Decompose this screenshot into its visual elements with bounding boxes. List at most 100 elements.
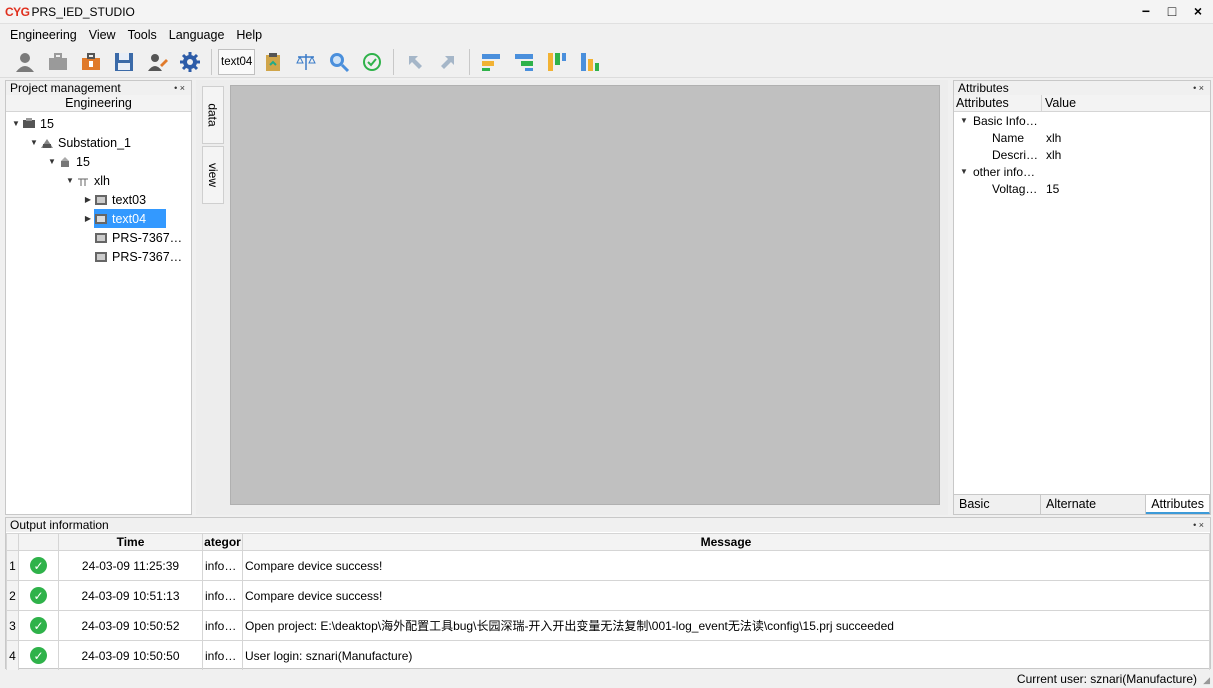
expand-arrow-icon[interactable]: ▼: [46, 157, 58, 166]
project-management-panel: Project management • × Engineering ▼ 15 …: [5, 80, 192, 515]
pin-icon[interactable]: • ×: [174, 83, 185, 93]
arrow-up-right-icon[interactable]: [433, 48, 463, 76]
expand-arrow-icon[interactable]: ▼: [958, 116, 970, 125]
folder-icon: [22, 118, 36, 130]
project-icon[interactable]: [76, 48, 106, 76]
menu-engineering[interactable]: Engineering: [4, 28, 83, 42]
align-top-icon[interactable]: [542, 48, 572, 76]
align-bottom-icon[interactable]: [575, 48, 605, 76]
output-panel-header: Output information • ×: [6, 518, 1210, 532]
pin-icon[interactable]: • ×: [1193, 520, 1204, 530]
attributes-panel: Attributes • × Attributes Value ▼ Basic …: [953, 80, 1211, 530]
tab-data-label: data: [206, 103, 221, 127]
attributes-table-header: Attributes Value: [954, 95, 1210, 112]
expand-arrow-icon[interactable]: ▼: [958, 167, 970, 176]
message-cell: User login: sznari(Manufacture): [242, 640, 1210, 671]
success-icon: ✓: [30, 557, 47, 574]
tab-data[interactable]: data: [202, 86, 224, 144]
maximize-icon[interactable]: □: [1165, 3, 1179, 19]
menu-help[interactable]: Help: [230, 28, 268, 42]
current-user-status: Current user: sznari(Manufacture): [1016, 672, 1197, 686]
check-icon[interactable]: [357, 48, 387, 76]
tree-item-bay[interactable]: ▼ 15: [46, 152, 90, 171]
minimize-icon[interactable]: −: [1139, 3, 1153, 19]
device-selector[interactable]: text04: [218, 48, 256, 75]
tree-item-device-selected[interactable]: ▶ text04: [82, 209, 176, 228]
window-controls: − □ ×: [1139, 3, 1205, 19]
align-left-icon[interactable]: [476, 48, 506, 76]
time-cell: 24-03-09 11:25:39: [58, 550, 203, 581]
center-workspace: data view: [196, 80, 948, 515]
collapse-arrow-icon[interactable]: ▶: [82, 195, 94, 204]
user-icon[interactable]: [10, 48, 40, 76]
briefcase-icon[interactable]: [43, 48, 73, 76]
menu-view[interactable]: View: [83, 28, 122, 42]
tree-item-substation[interactable]: ▼ Substation_1: [28, 133, 131, 152]
tree-item-device[interactable]: PRS-7367…: [94, 228, 182, 247]
status-cell: ✓: [18, 550, 59, 581]
menu-tools[interactable]: Tools: [122, 28, 163, 42]
expand-arrow-icon[interactable]: ▼: [64, 176, 76, 185]
expand-arrow-icon[interactable]: ▼: [10, 119, 22, 128]
category-cell: info…: [202, 550, 243, 581]
success-icon: ✓: [30, 617, 47, 634]
menu-language[interactable]: Language: [163, 28, 231, 42]
tree-item-project[interactable]: ▼ 15: [10, 114, 54, 133]
attr-value: xlh: [1046, 130, 1062, 145]
balance-icon[interactable]: [291, 48, 321, 76]
table-row[interactable]: 2 ✓ 24-03-09 10:51:13 info… Compare devi…: [6, 580, 1210, 611]
align-right-icon[interactable]: [509, 48, 539, 76]
value-col-header: Value: [1045, 96, 1077, 110]
tab-basic-graphics[interactable]: Basic graphics: [954, 495, 1041, 530]
time-cell: 24-03-09 10:50:52: [58, 610, 203, 641]
time-cell: 24-03-09 10:50:50: [58, 640, 203, 671]
tree-item-device[interactable]: PRS-7367…: [94, 247, 182, 266]
resize-grip-icon[interactable]: ◢: [1203, 675, 1210, 686]
user-edit-icon[interactable]: [142, 48, 172, 76]
row-number: 4: [6, 640, 19, 671]
pin-icon[interactable]: • ×: [1193, 83, 1204, 93]
tree-item-device[interactable]: ▶ text03: [82, 190, 146, 209]
attr-col-header: Attributes: [954, 95, 1042, 111]
gear-icon[interactable]: [175, 48, 205, 76]
output-table: Time ategor Message 1 ✓ 24-03-09 11:25:3…: [6, 533, 1210, 671]
collapse-arrow-icon[interactable]: ▶: [82, 214, 94, 223]
status-cell: ✓: [18, 580, 59, 611]
table-row[interactable]: 1 ✓ 24-03-09 11:25:39 info… Compare devi…: [6, 550, 1210, 581]
tab-alternate-graphics[interactable]: Alternate graphics: [1041, 495, 1147, 530]
search-icon[interactable]: [324, 48, 354, 76]
attr-label: other info…: [973, 164, 1036, 179]
app-logo: CYG: [5, 4, 30, 19]
tab-view[interactable]: view: [202, 146, 224, 204]
time-header: Time: [58, 533, 203, 551]
row-number: 2: [6, 580, 19, 611]
message-cell: Compare device success!: [242, 550, 1210, 581]
success-icon: ✓: [30, 587, 47, 604]
clipboard-icon[interactable]: [258, 48, 288, 76]
attr-label: Descri…: [992, 147, 1039, 162]
success-icon: ✓: [30, 647, 47, 664]
attr-row-voltage[interactable]: Voltag… 15: [954, 180, 1210, 197]
attr-group-other[interactable]: ▼ other info…: [958, 163, 1035, 180]
attr-label: Voltag…: [992, 181, 1038, 196]
expand-arrow-icon[interactable]: ▼: [28, 138, 40, 147]
arrow-up-left-icon[interactable]: [400, 48, 430, 76]
tree-item-line[interactable]: ▼ xlh: [64, 171, 110, 190]
attr-row-name[interactable]: Name xlh: [954, 129, 1210, 146]
status-cell: ✓: [18, 640, 59, 671]
graphics-canvas[interactable]: [230, 85, 940, 505]
menu-bar: Engineering View Tools Language Help: [0, 25, 1213, 45]
attr-group-basic[interactable]: ▼ Basic Info…: [958, 112, 1038, 129]
tab-attributes[interactable]: Attributes: [1146, 495, 1210, 514]
device-icon: [94, 194, 108, 206]
save-icon[interactable]: [109, 48, 139, 76]
output-panel: Output information • × Time ategor Messa…: [5, 517, 1211, 671]
category-cell: info…: [202, 610, 243, 641]
category-cell: info…: [202, 640, 243, 671]
tree-item-selected-highlight: text04: [94, 209, 167, 228]
close-icon[interactable]: ×: [1191, 3, 1205, 19]
tree-item-label: PRS-7367…: [112, 230, 183, 245]
attr-row-description[interactable]: Descri… xlh: [954, 146, 1210, 163]
table-row[interactable]: 4 ✓ 24-03-09 10:50:50 info… User login: …: [6, 640, 1210, 671]
table-row[interactable]: 3 ✓ 24-03-09 10:50:52 info… Open project…: [6, 610, 1210, 641]
